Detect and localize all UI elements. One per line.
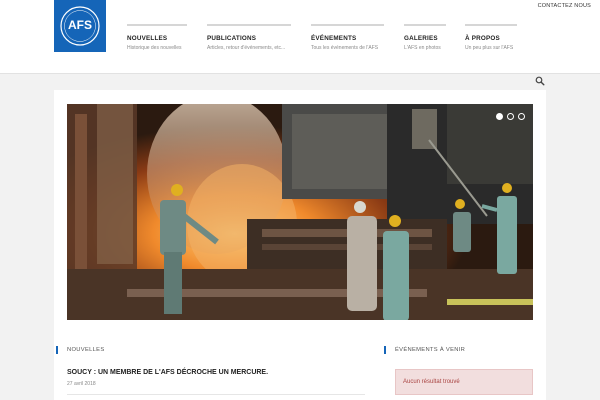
nav-subtitle: Un peu plus sur l'AFS: [465, 44, 514, 51]
search-icon[interactable]: [535, 76, 545, 86]
divider: [67, 394, 365, 395]
events-section-title: ÉVÉNEMENTS À VENIR: [384, 346, 465, 354]
article-title[interactable]: SOUCY : UN MEMBRE DE L'AFS DÉCROCHE UN M…: [67, 369, 268, 376]
nav-item-evenements[interactable]: ÉVÉNEMENTS Tous les événements de l'AFS: [311, 24, 384, 51]
slider-dot-2[interactable]: [507, 113, 514, 120]
nav-item-publications[interactable]: PUBLICATIONS Articles, retour d'événemen…: [207, 24, 291, 51]
search-bar: [0, 73, 600, 90]
afs-logo[interactable]: AFS: [54, 0, 106, 52]
nav-bar: [127, 24, 187, 26]
nav-item-nouvelles[interactable]: NOUVELLES Historique des nouvelles: [127, 24, 187, 51]
nav-subtitle: L'AFS en photos: [404, 44, 441, 51]
news-section-title: NOUVELLES: [56, 346, 105, 354]
nav-item-a-propos[interactable]: À PROPOS Un peu plus sur l'AFS: [465, 24, 517, 51]
no-results-alert: Aucun résultat trouvé: [395, 369, 533, 395]
contact-link[interactable]: CONTACTEZ NOUS: [538, 3, 591, 9]
nav-title: ÉVÉNEMENTS: [311, 34, 357, 42]
foundry-photo: [67, 104, 533, 320]
nav-subtitle: Tous les événements de l'AFS: [311, 44, 379, 51]
nav-subtitle: Articles, retour d'événements, etc...: [207, 44, 286, 51]
logo-text: AFS: [68, 18, 92, 32]
hero-slider[interactable]: [67, 104, 533, 320]
nav-bar: [311, 24, 384, 26]
nav-title: À PROPOS: [465, 34, 500, 42]
nav-bar: [404, 24, 446, 26]
nav-title: NOUVELLES: [127, 34, 168, 42]
no-results-text: Aucun résultat trouvé: [403, 379, 460, 385]
nav-title: GALERIES: [404, 34, 438, 42]
site-header: AFS CONTACTEZ NOUS NOUVELLES Historique …: [0, 0, 600, 73]
article-date: 27 avril 2018: [67, 381, 96, 387]
nav-bar: [465, 24, 517, 26]
slider-dot-1[interactable]: [496, 113, 503, 120]
nav-subtitle: Historique des nouvelles: [127, 44, 182, 51]
nav-item-galeries[interactable]: GALERIES L'AFS en photos: [404, 24, 446, 51]
afs-logo-graphic: AFS: [54, 0, 106, 52]
nav-title: PUBLICATIONS: [207, 34, 257, 42]
slider-dot-3[interactable]: [518, 113, 525, 120]
nav-bar: [207, 24, 291, 26]
